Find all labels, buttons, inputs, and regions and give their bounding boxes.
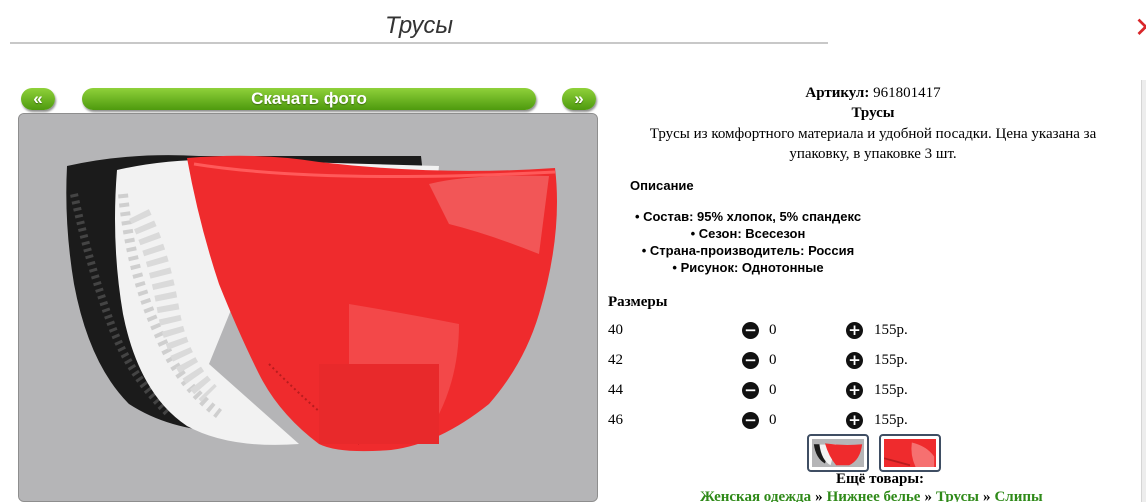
spec-item: Состав: 95% хлопок, 5% спандекс — [608, 208, 888, 225]
spec-item: Рисунок: Однотонные — [608, 259, 888, 276]
breadcrumb-link[interactable]: Слипы — [994, 489, 1042, 502]
article-line: Артикул: 961801417 — [608, 84, 1138, 102]
quantity-value: 0 — [769, 322, 777, 338]
product-name: Трусы — [851, 105, 895, 121]
quantity-value: 0 — [769, 352, 777, 368]
plus-circle-icon[interactable]: + — [846, 352, 863, 369]
size-row: 42 − 0 + 155р. — [608, 349, 1008, 371]
quantity-value: 0 — [769, 382, 777, 398]
breadcrumb-link[interactable]: Женская одежда — [700, 489, 811, 502]
plus-circle-icon[interactable]: + — [846, 382, 863, 399]
sizes-heading: Размеры — [608, 294, 668, 310]
article-value: 961801417 — [873, 85, 941, 101]
photo-thumbnail[interactable] — [807, 434, 869, 472]
minus-circle-icon[interactable]: − — [742, 412, 759, 429]
size-label: 46 — [608, 412, 623, 428]
plus-circle-icon[interactable]: + — [846, 322, 863, 339]
minus-circle-icon[interactable]: − — [742, 382, 759, 399]
minus-circle-icon[interactable]: − — [742, 322, 759, 339]
quantity-value: 0 — [769, 412, 777, 428]
breadcrumb: Женская одежда» Нижнее белье» Трусы» Слипы — [700, 488, 1043, 502]
spec-item: Сезон: Всесезон — [608, 225, 888, 242]
page-title: Трусы — [384, 12, 454, 39]
download-photo-button[interactable]: Скачать фото — [82, 88, 536, 110]
more-products-heading: Ещё товары: — [836, 471, 925, 487]
photo-thumbnail[interactable] — [879, 434, 941, 472]
price-value: 155р. — [874, 382, 908, 398]
breadcrumb-link[interactable]: Трусы — [936, 489, 979, 502]
close-icon[interactable]: ✕ — [1134, 14, 1146, 42]
title-divider — [10, 42, 828, 44]
prev-photo-button[interactable]: « — [21, 88, 55, 110]
breadcrumb-separator: » — [924, 489, 932, 502]
size-row: 46 − 0 + 155р. — [608, 409, 1008, 431]
minus-circle-icon[interactable]: − — [742, 352, 759, 369]
product-description: Трусы из комфортного материала и удобной… — [649, 126, 1097, 162]
price-value: 155р. — [874, 322, 908, 338]
size-label: 44 — [608, 382, 623, 398]
size-label: 42 — [608, 352, 623, 368]
price-value: 155р. — [874, 352, 908, 368]
product-photo[interactable] — [18, 113, 598, 502]
breadcrumb-separator: » — [815, 489, 823, 502]
thumbnail-image — [812, 439, 864, 467]
spec-item: Страна-производитель: Россия — [608, 242, 888, 259]
scrollbar[interactable] — [1141, 80, 1146, 502]
plus-circle-icon[interactable]: + — [846, 412, 863, 429]
price-value: 155р. — [874, 412, 908, 428]
size-row: 44 − 0 + 155р. — [608, 379, 1008, 401]
next-photo-button[interactable]: » — [562, 88, 596, 110]
breadcrumb-separator: » — [982, 489, 991, 502]
breadcrumb-link[interactable]: Нижнее белье — [827, 489, 921, 502]
size-row: 40 − 0 + 155р. — [608, 319, 1008, 341]
description-heading: Описание — [630, 178, 694, 193]
article-label: Артикул: — [805, 85, 870, 101]
size-label: 40 — [608, 322, 623, 338]
product-photo-image — [19, 114, 597, 501]
thumbnail-image — [884, 439, 936, 467]
